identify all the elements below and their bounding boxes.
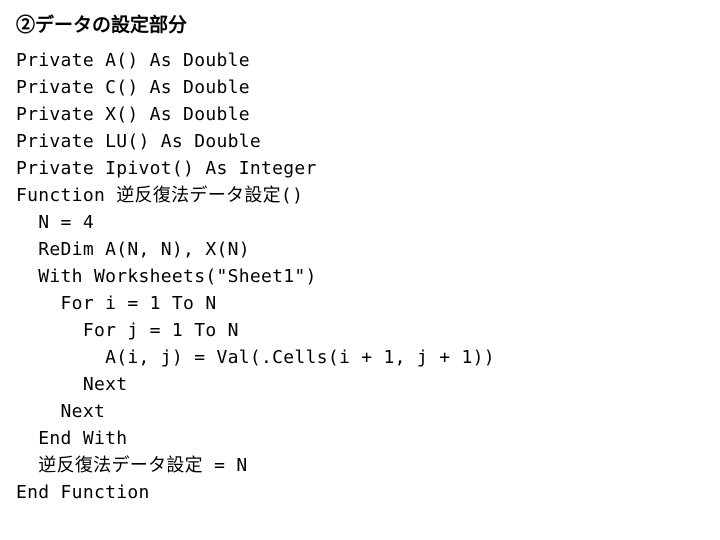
section-heading: ②データの設定部分 — [16, 12, 704, 41]
code-listing: Private A() As Double Private C() As Dou… — [16, 47, 704, 506]
